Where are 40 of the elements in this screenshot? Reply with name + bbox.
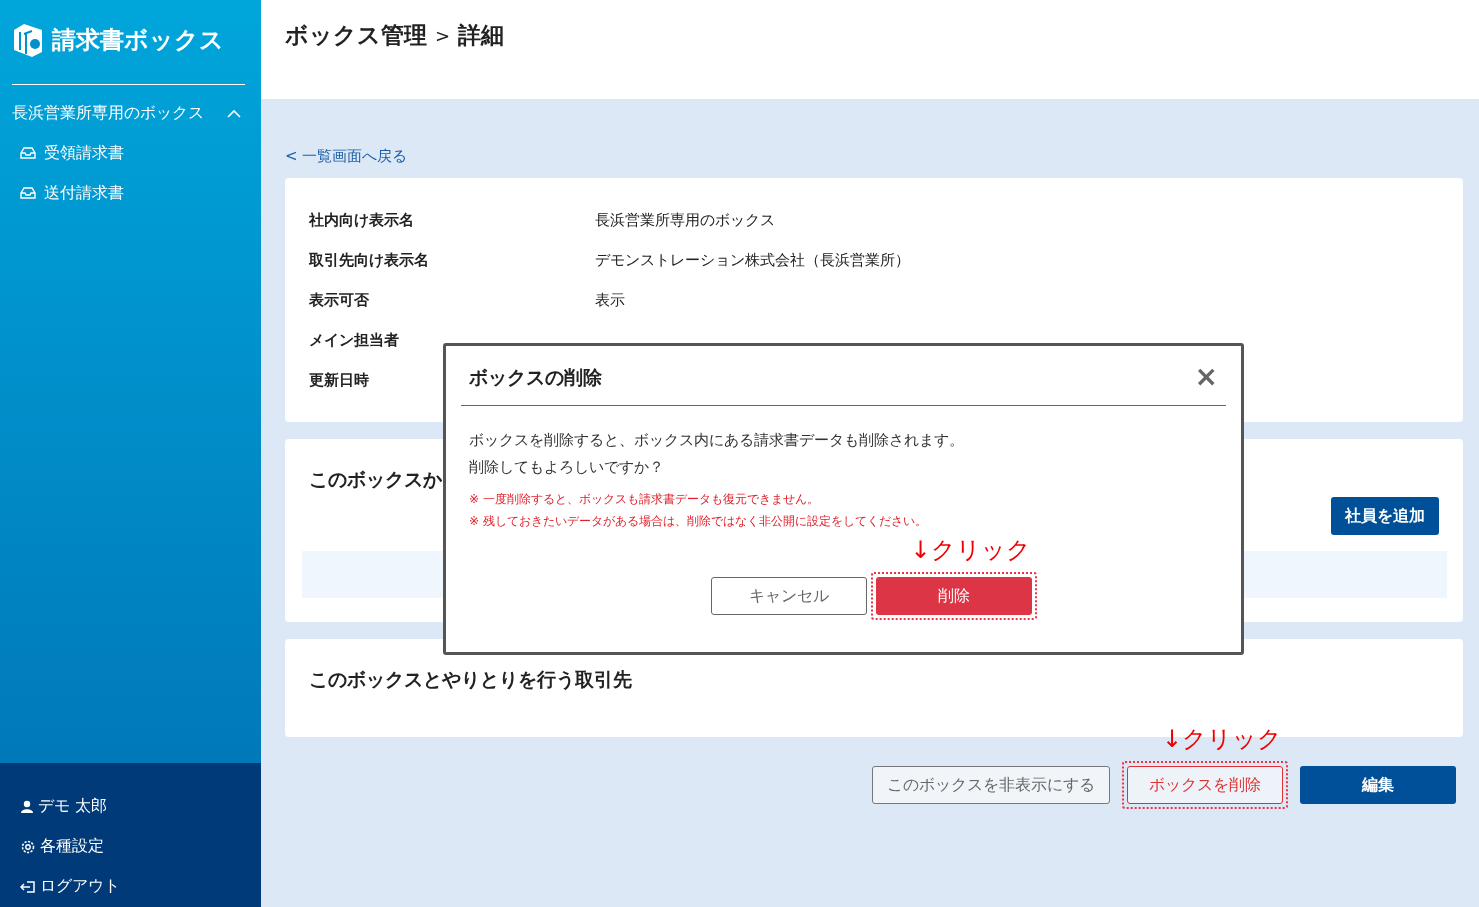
delete-box-button[interactable]: ボックスを削除: [1127, 766, 1283, 804]
field-label: メイン担当者: [309, 330, 399, 350]
add-member-button[interactable]: 社員を追加: [1331, 497, 1439, 535]
dialog-message: 削除してもよろしいですか？: [469, 458, 665, 477]
sidebar-group[interactable]: 長浜営業所専用のボックス: [12, 103, 245, 124]
breadcrumb-separator: >: [435, 25, 451, 46]
inbox-icon: [20, 187, 36, 199]
user-menu[interactable]: デモ 太郎: [20, 795, 261, 818]
hide-box-button[interactable]: このボックスを非表示にする: [872, 766, 1110, 804]
field-label: 更新日時: [309, 370, 369, 390]
annotation: ↓クリック: [1162, 724, 1283, 755]
field-label: 表示可否: [309, 290, 369, 310]
logout-link[interactable]: ログアウト: [20, 875, 261, 898]
field-value: デモンストレーション株式会社（長浜営業所）: [595, 250, 910, 270]
field-label: 取引先向け表示名: [309, 250, 429, 270]
close-button[interactable]: ×: [1194, 362, 1218, 391]
warning-note: ※ 一度削除すると、ボックスも請求書データも復元できません。: [469, 491, 820, 507]
annotation: ↓クリック: [910, 535, 1031, 566]
delete-button[interactable]: 削除: [875, 577, 1032, 615]
user-icon: [20, 799, 34, 814]
warning-note: ※ 残しておきたいデータがある場合は、削除ではなく非公開に設定をしてください。: [469, 513, 928, 529]
field-label: 社内向け表示名: [309, 210, 414, 230]
edit-button[interactable]: 編集: [1300, 766, 1456, 804]
dialog-message: ボックスを削除すると、ボックス内にある請求書データも削除されます。: [469, 431, 965, 450]
logo-text: 請求書ボックス: [52, 25, 224, 56]
cancel-button[interactable]: キャンセル: [710, 577, 867, 615]
section-title: このボックスか: [309, 467, 442, 492]
sidebar-item[interactable]: 送付請求書: [12, 182, 124, 204]
section-title: このボックスとやりとりを行う取引先: [309, 667, 633, 692]
dialog-title: ボックスの削除: [469, 364, 602, 390]
inbox-icon: [20, 147, 36, 159]
sidebar-item[interactable]: 受領請求書: [12, 142, 124, 164]
logout-icon: [20, 879, 36, 894]
breadcrumb-item: ボックス管理: [285, 21, 427, 50]
breadcrumb-item: 詳細: [458, 21, 505, 50]
field-value: 長浜営業所専用のボックス: [595, 210, 775, 230]
settings-link[interactable]: 各種設定: [20, 835, 261, 858]
settings-icon: [20, 838, 36, 855]
back-link[interactable]: < 一覧画面へ戻る: [285, 147, 1463, 166]
field-value: 表示: [595, 290, 625, 310]
